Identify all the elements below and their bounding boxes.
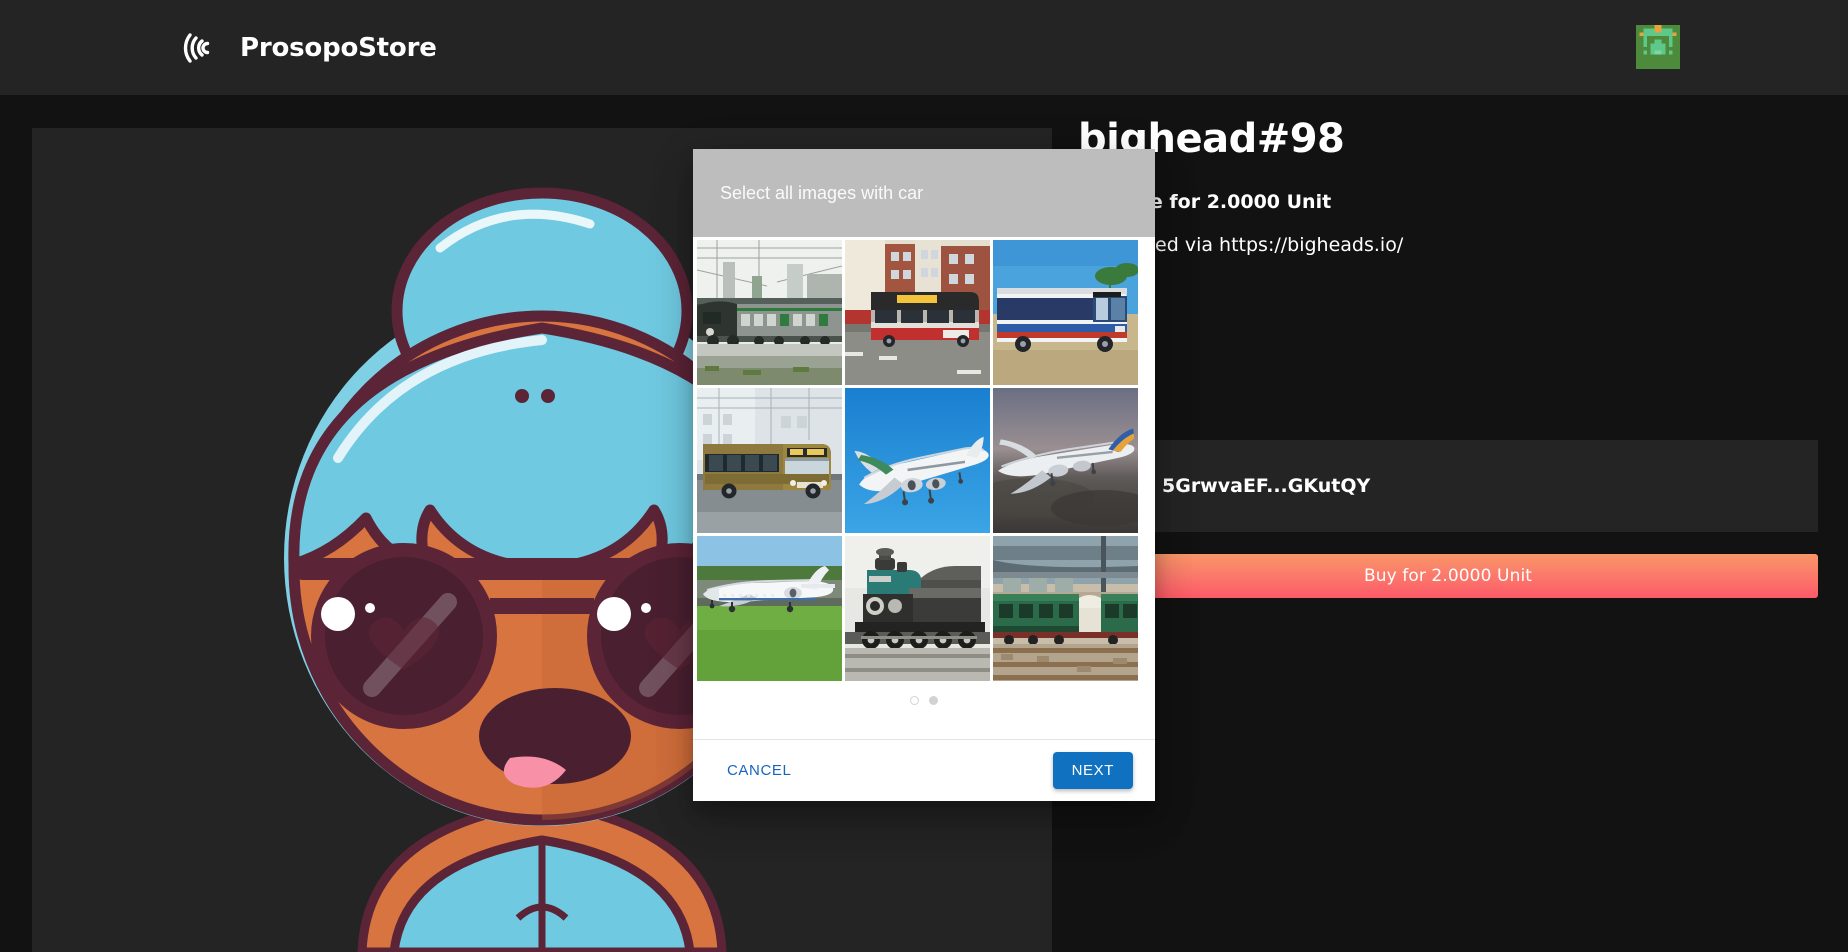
captcha-image-grid bbox=[693, 237, 1155, 681]
nft-title: bighead#98 bbox=[1078, 116, 1345, 162]
captcha-pagination bbox=[693, 685, 1155, 715]
captcha-image-airliner-landing-blue-sky[interactable] bbox=[845, 388, 990, 533]
nft-generated-text: Generated via https://bigheads.io/ bbox=[1078, 234, 1404, 256]
captcha-image-blue-white-transit-bus[interactable] bbox=[993, 240, 1138, 385]
captcha-image-vintage-steam-locomotive-bw[interactable] bbox=[845, 536, 990, 681]
captcha-next-button[interactable]: NEXT bbox=[1052, 752, 1133, 789]
captcha-image-green-train-at-station[interactable] bbox=[993, 536, 1138, 681]
captcha-header: Select all images with car bbox=[693, 149, 1155, 237]
brand-name: ProsopoStore bbox=[240, 32, 437, 63]
nft-details-panel: bighead#98 For sale for 2.0000 Unit Gene… bbox=[1078, 115, 1818, 256]
owner-address-box[interactable]: 5GrwvaEF...GKutQY bbox=[1078, 440, 1818, 532]
captcha-image-red-city-bus-on-street[interactable] bbox=[845, 240, 990, 385]
captcha-page-dot-1[interactable] bbox=[910, 695, 919, 705]
captcha-image-olive-green-city-bus[interactable] bbox=[697, 388, 842, 533]
buy-button[interactable]: Buy for 2.0000 Unit bbox=[1078, 554, 1818, 598]
captcha-cancel-button[interactable]: CANCEL bbox=[721, 754, 797, 787]
brand[interactable]: ProsopoStore bbox=[178, 28, 437, 68]
app-root: ProsopoStore bighead#98 For sale for 2.0… bbox=[0, 0, 1848, 952]
nft-sale-text: For sale for 2.0000 Unit bbox=[1078, 191, 1332, 213]
captcha-image-commuter-train-on-tracks[interactable] bbox=[697, 240, 842, 385]
prosopo-signal-icon bbox=[178, 28, 218, 68]
pixel-identicon-avatar[interactable] bbox=[1636, 25, 1680, 69]
captcha-page-dot-2[interactable] bbox=[929, 695, 938, 705]
captcha-image-private-jet-on-grass-runway[interactable] bbox=[697, 536, 842, 681]
captcha-prompt: Select all images with car bbox=[720, 182, 924, 203]
captcha-footer: CANCEL NEXT bbox=[693, 739, 1155, 801]
captcha-body bbox=[693, 237, 1155, 739]
captcha-image-airliner-in-flight-over-clouds[interactable] bbox=[993, 388, 1138, 533]
app-header: ProsopoStore bbox=[0, 0, 1848, 95]
captcha-modal: Select all images with car CANCEL NEXT bbox=[693, 149, 1155, 801]
owner-address: 5GrwvaEF...GKutQY bbox=[1162, 475, 1371, 497]
